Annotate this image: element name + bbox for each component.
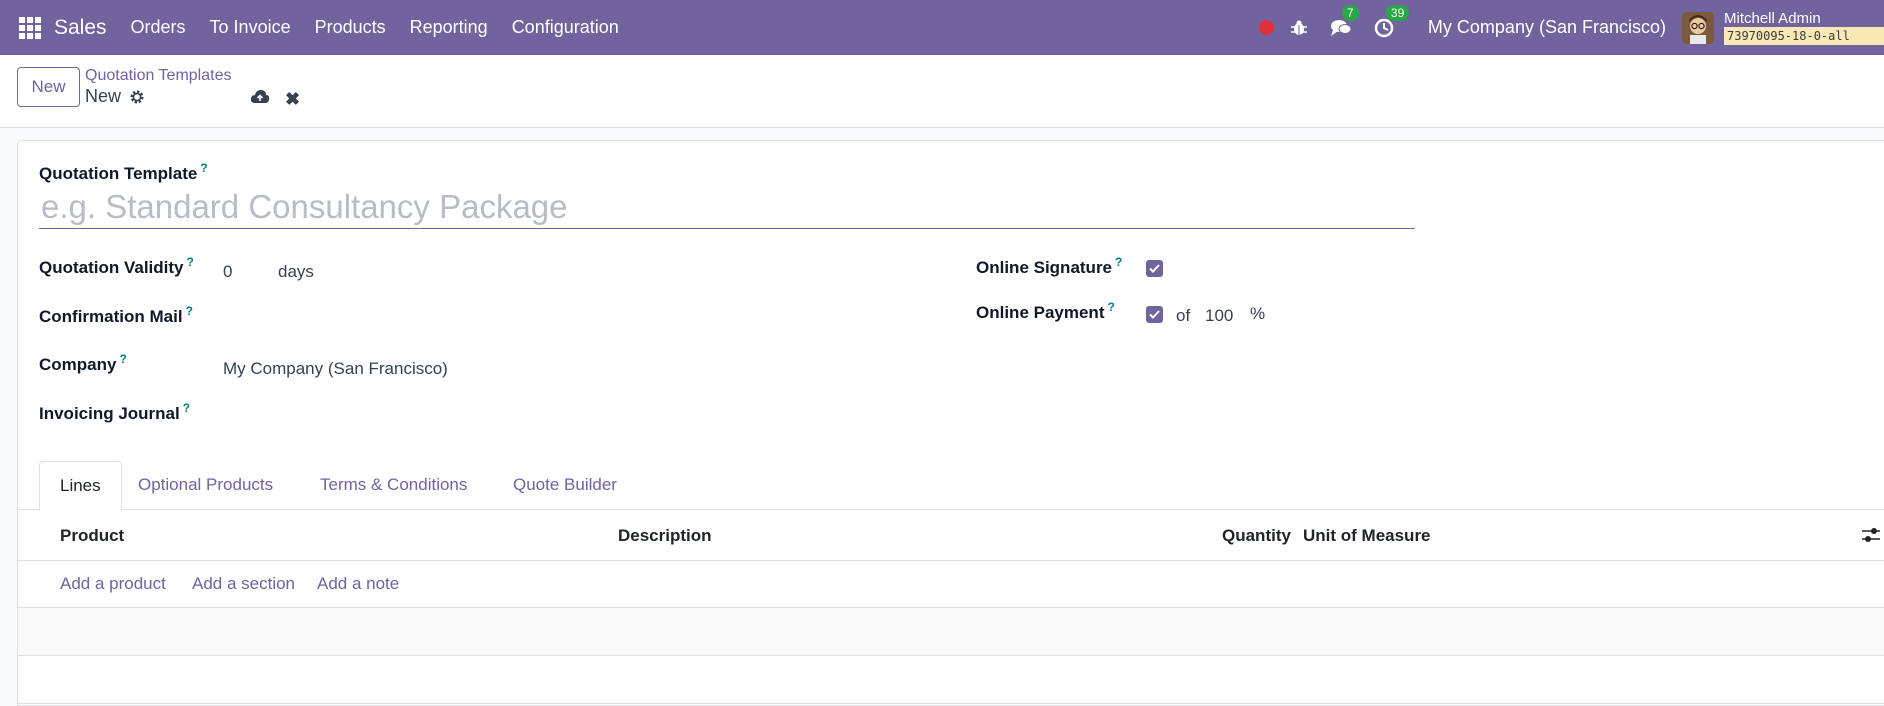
help-tooltip-icon[interactable]: ?: [183, 401, 190, 415]
save-cloud-icon[interactable]: [250, 89, 270, 110]
company-label-text: Company: [39, 355, 117, 374]
gear-icon[interactable]: [129, 89, 145, 105]
debug-bug-icon[interactable]: [1290, 19, 1308, 37]
column-description[interactable]: Description: [618, 526, 712, 546]
company-field[interactable]: My Company (San Francisco): [223, 359, 448, 379]
online-payment-label: Online Payment?: [976, 300, 1115, 323]
user-avatar[interactable]: [1682, 11, 1714, 44]
invoicing-journal-label-text: Invoicing Journal: [39, 404, 180, 423]
template-name-label: Quotation Template?: [39, 161, 208, 184]
table-row: [18, 656, 1884, 704]
record-name: New: [85, 86, 122, 106]
user-menu[interactable]: Mitchell Admin 73970095-18-0-all: [1724, 10, 1884, 45]
help-tooltip-icon[interactable]: ?: [187, 255, 194, 269]
record-title: New: [85, 86, 145, 107]
table-row: [18, 608, 1884, 656]
template-name-label-text: Quotation Template: [39, 164, 198, 183]
app-brand[interactable]: Sales: [54, 16, 107, 40]
online-payment-checkbox[interactable]: [1146, 306, 1163, 323]
confirmation-mail-label: Confirmation Mail?: [39, 304, 193, 327]
new-button[interactable]: New: [17, 67, 80, 107]
activities-clock-icon[interactable]: 39: [1374, 4, 1410, 38]
confirmation-mail-label-text: Confirmation Mail: [39, 307, 183, 326]
company-switcher[interactable]: My Company (San Francisco): [1428, 17, 1666, 38]
help-tooltip-icon[interactable]: ?: [200, 161, 207, 175]
online-payment-label-text: Online Payment: [976, 303, 1105, 322]
tab-optional-products[interactable]: Optional Products: [118, 461, 293, 510]
tab-terms-conditions[interactable]: Terms & Conditions: [300, 461, 487, 510]
navbar-systray: 7 39 My Company (San Francisco) Mitchell…: [1258, 0, 1884, 55]
database-name: 73970095-18-0-all: [1724, 27, 1884, 45]
tab-lines[interactable]: Lines: [39, 461, 122, 511]
prepayment-percent-input[interactable]: 100: [1205, 306, 1233, 326]
menu-item-products[interactable]: Products: [303, 0, 398, 55]
quotation-validity-unit: days: [278, 262, 314, 281]
menu-item-configuration[interactable]: Configuration: [500, 0, 631, 55]
column-quantity[interactable]: Quantity: [1222, 526, 1291, 546]
form-sheet: Quotation Template? Quotation Validity? …: [17, 140, 1884, 706]
template-name-input[interactable]: [39, 186, 1415, 229]
add-product-link[interactable]: Add a product: [60, 574, 166, 594]
add-note-link[interactable]: Add a note: [317, 574, 399, 594]
help-tooltip-icon[interactable]: ?: [119, 352, 126, 366]
menu-item-orders[interactable]: Orders: [119, 0, 198, 55]
breadcrumb-quotation-templates[interactable]: Quotation Templates: [85, 67, 231, 85]
lines-table-header: Product Description Quantity Unit of Mea…: [18, 510, 1884, 561]
optional-columns-toggle-icon[interactable]: [1861, 525, 1881, 550]
form-tabs: Lines Optional Products Terms & Conditio…: [18, 461, 1884, 511]
user-name: Mitchell Admin: [1724, 10, 1821, 27]
record-indicator-icon[interactable]: [1258, 20, 1274, 35]
column-unit-of-measure[interactable]: Unit of Measure: [1303, 526, 1431, 546]
discard-close-icon[interactable]: ✖: [285, 89, 300, 110]
invoicing-journal-label: Invoicing Journal?: [39, 401, 190, 424]
online-signature-label-text: Online Signature: [976, 258, 1113, 277]
checkmark-icon: [1149, 310, 1160, 319]
main-menu: Orders To Invoice Products Reporting Con…: [119, 0, 631, 55]
quotation-validity-label: Quotation Validity?: [39, 255, 194, 278]
help-tooltip-icon[interactable]: ?: [186, 304, 193, 318]
prepayment-percent-unit: %: [1250, 304, 1266, 323]
help-tooltip-icon[interactable]: ?: [1115, 255, 1122, 269]
company-label: Company?: [39, 352, 127, 375]
quotation-validity-label-text: Quotation Validity: [39, 258, 184, 277]
add-section-link[interactable]: Add a section: [192, 574, 295, 594]
lines-add-row: Add a product Add a section Add a note: [18, 561, 1884, 608]
control-panel: New Quotation Templates New ✖: [0, 55, 1884, 128]
online-signature-checkbox[interactable]: [1146, 260, 1163, 277]
apps-menu-icon[interactable]: [19, 16, 41, 39]
messages-icon[interactable]: 7: [1330, 4, 1359, 38]
activities-badge: 39: [1385, 4, 1410, 21]
menu-item-to-invoice[interactable]: To Invoice: [198, 0, 303, 55]
tab-quote-builder[interactable]: Quote Builder: [493, 461, 637, 510]
help-tooltip-icon[interactable]: ?: [1107, 300, 1114, 314]
online-signature-label: Online Signature?: [976, 255, 1122, 278]
payment-of-text: of: [1176, 306, 1191, 325]
column-product[interactable]: Product: [60, 526, 124, 546]
messages-badge: 7: [1341, 4, 1359, 21]
top-navbar: Sales Orders To Invoice Products Reporti…: [0, 0, 1884, 55]
checkmark-icon: [1149, 264, 1160, 273]
menu-item-reporting[interactable]: Reporting: [398, 0, 500, 55]
quotation-validity-input[interactable]: 0: [223, 262, 232, 282]
